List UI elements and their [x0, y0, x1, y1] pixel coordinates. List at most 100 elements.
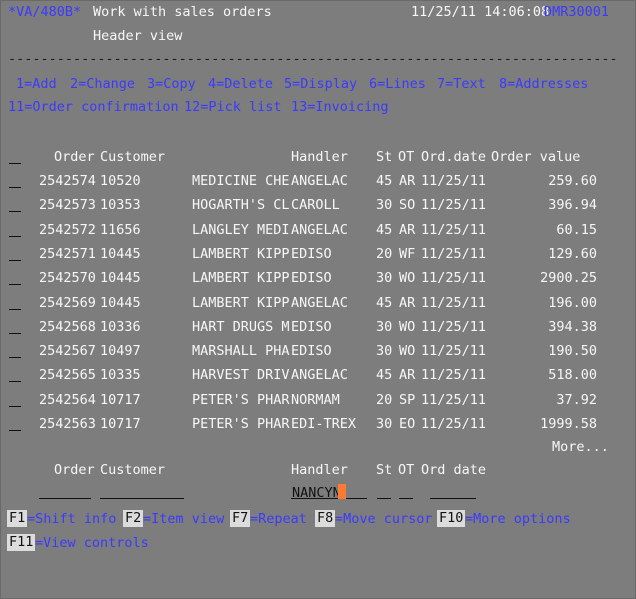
- fkey-label: =Move cursor: [335, 511, 433, 527]
- row-order-value: 37.92: [556, 392, 597, 408]
- row-customer-name: HART DRUGS M: [192, 319, 290, 335]
- fkey-f2[interactable]: F2: [123, 510, 144, 527]
- row-customer-number: 11656: [100, 222, 141, 238]
- row-order-date: 11/25/11: [421, 416, 487, 432]
- fkey-f7[interactable]: F7: [230, 510, 251, 527]
- row-handler: EDISO: [291, 270, 332, 286]
- option-header-field: [9, 163, 21, 164]
- program-id: *VA/480B*: [8, 4, 82, 20]
- row-order-type: AR: [399, 173, 416, 189]
- device-id: DMR30001: [544, 4, 610, 20]
- filter-customer-label: Customer: [100, 462, 166, 478]
- row-handler: EDISO: [291, 246, 332, 262]
- row-order-value: 190.50: [548, 343, 597, 359]
- row-order-type: AR: [399, 222, 416, 238]
- row-option-field[interactable]: [9, 211, 21, 212]
- screen-subtitle: Header view: [93, 28, 183, 44]
- filter-handler-value: NANCYN: [292, 485, 341, 501]
- row-order-type: WO: [399, 270, 416, 286]
- filter-st-input[interactable]: [377, 485, 391, 499]
- row-order-date: 11/25/11: [421, 295, 487, 311]
- row-status: 45: [376, 222, 393, 238]
- row-order-type: AR: [399, 367, 416, 383]
- fkey-f1[interactable]: F1: [7, 510, 28, 527]
- row-handler: EDISO: [291, 319, 332, 335]
- row-option-field[interactable]: [9, 260, 21, 261]
- row-customer-name: HOGARTH'S CL: [192, 197, 290, 213]
- row-status: 20: [376, 246, 393, 262]
- filter-st-label: St: [376, 462, 393, 478]
- option-item: 2=Change: [70, 76, 136, 92]
- row-customer-name: PETER'S PHAR: [192, 416, 290, 432]
- row-option-field[interactable]: [9, 430, 21, 431]
- row-order-date: 11/25/11: [421, 197, 487, 213]
- row-handler: ANGELAC: [291, 173, 348, 189]
- row-status: 45: [376, 295, 393, 311]
- row-order-value: 396.94: [548, 197, 597, 213]
- option-item: 11=Order confirmation: [8, 99, 179, 115]
- row-order-type: WO: [399, 343, 416, 359]
- option-item: 12=Pick list: [184, 99, 282, 115]
- row-order-date: 11/25/11: [421, 173, 487, 189]
- row-option-field[interactable]: [9, 309, 21, 310]
- row-option-field[interactable]: [9, 357, 21, 358]
- filter-order-input[interactable]: [39, 485, 91, 499]
- option-item: 6=Lines: [369, 76, 426, 92]
- row-status: 30: [376, 416, 393, 432]
- row-option-field[interactable]: [9, 333, 21, 334]
- row-order-number: 2542570: [39, 270, 96, 286]
- filter-date-label: Ord date: [421, 462, 487, 478]
- row-option-field[interactable]: [9, 381, 21, 382]
- more-indicator: More...: [552, 439, 609, 455]
- col-st: St: [376, 149, 393, 165]
- row-order-number: 2542572: [39, 222, 96, 238]
- row-option-field[interactable]: [9, 236, 21, 237]
- row-order-type: EO: [399, 416, 416, 432]
- row-order-value: 60.15: [556, 222, 597, 238]
- row-order-number: 2542564: [39, 392, 96, 408]
- option-item: 8=Addresses: [499, 76, 589, 92]
- screen-title: Work with sales orders: [93, 4, 272, 20]
- option-item: 5=Display: [284, 76, 358, 92]
- row-customer-name: PETER'S PHAR: [192, 392, 290, 408]
- filter-ot-label: OT: [398, 462, 415, 478]
- row-order-number: 2542574: [39, 173, 96, 189]
- fkey-f8[interactable]: F8: [315, 510, 336, 527]
- row-option-field[interactable]: [9, 406, 21, 407]
- fkey-f10[interactable]: F10: [437, 510, 466, 527]
- filter-customer-input[interactable]: [100, 485, 184, 499]
- row-handler: ANGELAC: [291, 295, 348, 311]
- row-order-number: 2542571: [39, 246, 96, 262]
- row-order-value: 1999.58: [540, 416, 597, 432]
- row-customer-name: HARVEST DRIV: [192, 367, 290, 383]
- filter-date-input[interactable]: [430, 485, 476, 499]
- row-option-field[interactable]: [9, 187, 21, 188]
- option-item: 3=Copy: [147, 76, 196, 92]
- col-ot: OT: [398, 149, 415, 165]
- option-item: 7=Text: [437, 76, 486, 92]
- row-customer-name: MARSHALL PHA: [192, 343, 290, 359]
- filter-order-label: Order: [54, 462, 95, 478]
- row-order-value: 2900.25: [540, 270, 597, 286]
- fkey-f11[interactable]: F11: [7, 534, 36, 551]
- col-order: Order: [54, 149, 95, 165]
- row-customer-number: 10717: [100, 416, 141, 432]
- row-handler: EDISO: [291, 343, 332, 359]
- row-customer-name: MEDICINE CHE: [192, 173, 290, 189]
- fkey-label: =Repeat: [250, 511, 307, 527]
- row-order-number: 2542568: [39, 319, 96, 335]
- row-customer-number: 10353: [100, 197, 141, 213]
- row-status: 30: [376, 343, 393, 359]
- filter-ot-input[interactable]: [399, 485, 413, 499]
- row-order-type: WF: [399, 246, 416, 262]
- row-status: 30: [376, 319, 393, 335]
- row-order-value: 518.00: [548, 367, 597, 383]
- option-item: 4=Delete: [208, 76, 274, 92]
- row-customer-name: LAMBERT KIPP: [192, 246, 290, 262]
- row-option-field[interactable]: [9, 284, 21, 285]
- row-handler: ANGELAC: [291, 367, 348, 383]
- option-item: 13=Invoicing: [291, 99, 389, 115]
- row-handler: NORMAM: [291, 392, 340, 408]
- option-item: 1=Add: [16, 76, 57, 92]
- row-order-number: 2542563: [39, 416, 96, 432]
